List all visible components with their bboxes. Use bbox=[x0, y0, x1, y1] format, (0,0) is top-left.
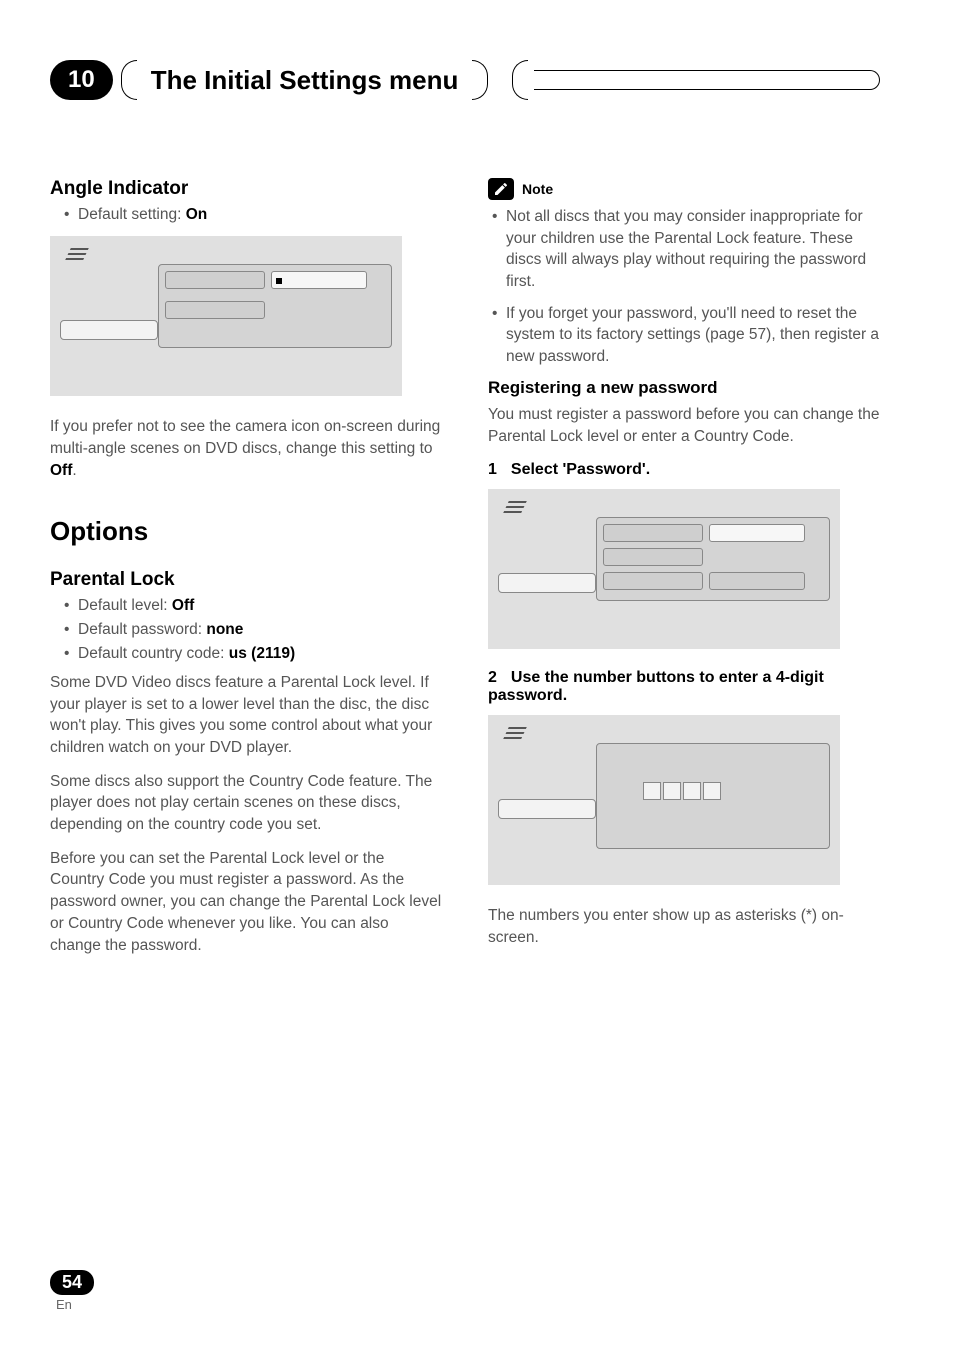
pl-value: none bbox=[206, 621, 243, 638]
pl-label: Default country code: bbox=[78, 645, 229, 662]
angle-paragraph: If you prefer not to see the camera icon… bbox=[50, 416, 442, 481]
mock-slot bbox=[709, 572, 805, 590]
page-lang: En bbox=[56, 1297, 94, 1312]
parental-para-3: Before you can set the Parental Lock lev… bbox=[50, 848, 442, 956]
note-pencil-icon bbox=[488, 178, 514, 200]
step-2: 2Use the number buttons to enter a 4-dig… bbox=[488, 669, 880, 705]
password-entry-ui-mock bbox=[488, 715, 840, 885]
chapter-title-wrap: The Initial Settings menu bbox=[121, 60, 880, 100]
hamburger-icon bbox=[506, 501, 524, 513]
step-1-text: Select 'Password'. bbox=[511, 461, 650, 478]
mock-slot bbox=[165, 301, 265, 319]
parental-para-2: Some discs also support the Country Code… bbox=[50, 771, 442, 836]
angle-para-bold: Off bbox=[50, 462, 72, 479]
angle-default-value: On bbox=[186, 206, 208, 223]
hamburger-icon bbox=[68, 248, 86, 260]
digit-box bbox=[663, 782, 681, 800]
title-spacer-bracket bbox=[512, 60, 528, 100]
title-rule bbox=[534, 70, 880, 90]
password-select-ui-mock bbox=[488, 489, 840, 649]
pl-value: us (2119) bbox=[229, 645, 295, 662]
right-column: Note Not all discs that you may consider… bbox=[488, 178, 880, 968]
mock-slot bbox=[165, 271, 265, 289]
mock-main-panel bbox=[596, 743, 830, 849]
parental-default-password: Default password: none bbox=[78, 619, 442, 641]
mock-main-panel bbox=[596, 517, 830, 601]
mock-slot-selected bbox=[271, 271, 367, 289]
mock-slot bbox=[603, 524, 703, 542]
mock-slot bbox=[603, 548, 703, 566]
chapter-title: The Initial Settings menu bbox=[137, 65, 473, 96]
mock-side-item bbox=[498, 799, 596, 819]
note-bullet-1: Not all discs that you may consider inap… bbox=[506, 206, 880, 293]
mock-slot-selected bbox=[709, 524, 805, 542]
note-label: Note bbox=[522, 181, 553, 197]
title-right-bracket bbox=[472, 60, 488, 100]
angle-para-post: . bbox=[72, 462, 76, 479]
page-number-badge: 54 bbox=[50, 1270, 94, 1295]
note-header: Note bbox=[488, 178, 880, 200]
caret-icon bbox=[276, 278, 282, 284]
chapter-header: 10 The Initial Settings menu bbox=[50, 60, 880, 100]
parental-para-1: Some DVD Video discs feature a Parental … bbox=[50, 672, 442, 759]
digit-box bbox=[643, 782, 661, 800]
pl-value: Off bbox=[172, 597, 194, 614]
mock-main-panel bbox=[158, 264, 392, 348]
angle-default-bullet: Default setting: On bbox=[78, 204, 442, 226]
angle-ui-mock bbox=[50, 236, 402, 396]
register-heading: Registering a new password bbox=[488, 378, 880, 398]
angle-para-pre: If you prefer not to see the camera icon… bbox=[50, 418, 440, 457]
angle-default-label: Default setting: bbox=[78, 206, 186, 223]
password-after-para: The numbers you enter show up as asteris… bbox=[488, 905, 880, 948]
step-2-num: 2 bbox=[488, 669, 497, 686]
step-1: 1 Select 'Password'. bbox=[488, 461, 880, 479]
register-intro: You must register a password before you … bbox=[488, 404, 880, 447]
step-1-num: 1 bbox=[488, 461, 497, 478]
mock-side-item bbox=[498, 573, 596, 593]
left-column: Angle Indicator Default setting: On If bbox=[50, 178, 442, 968]
mock-slot bbox=[603, 572, 703, 590]
page-footer: 54 En bbox=[50, 1270, 94, 1312]
parental-default-level: Default level: Off bbox=[78, 595, 442, 617]
mock-side-item bbox=[60, 320, 158, 340]
options-heading: Options bbox=[50, 516, 442, 547]
password-digit-boxes bbox=[643, 782, 721, 800]
hamburger-icon bbox=[506, 727, 524, 739]
parental-lock-heading: Parental Lock bbox=[50, 569, 442, 591]
pl-label: Default level: bbox=[78, 597, 172, 614]
digit-box bbox=[683, 782, 701, 800]
title-left-bracket bbox=[121, 60, 137, 100]
step-2-text: Use the number buttons to enter a 4-digi… bbox=[488, 669, 824, 704]
digit-box bbox=[703, 782, 721, 800]
pl-label: Default password: bbox=[78, 621, 206, 638]
note-bullet-2: If you forget your password, you'll need… bbox=[506, 303, 880, 368]
chapter-number-badge: 10 bbox=[50, 60, 113, 99]
parental-default-country: Default country code: us (2119) bbox=[78, 643, 442, 665]
angle-indicator-heading: Angle Indicator bbox=[50, 178, 442, 200]
